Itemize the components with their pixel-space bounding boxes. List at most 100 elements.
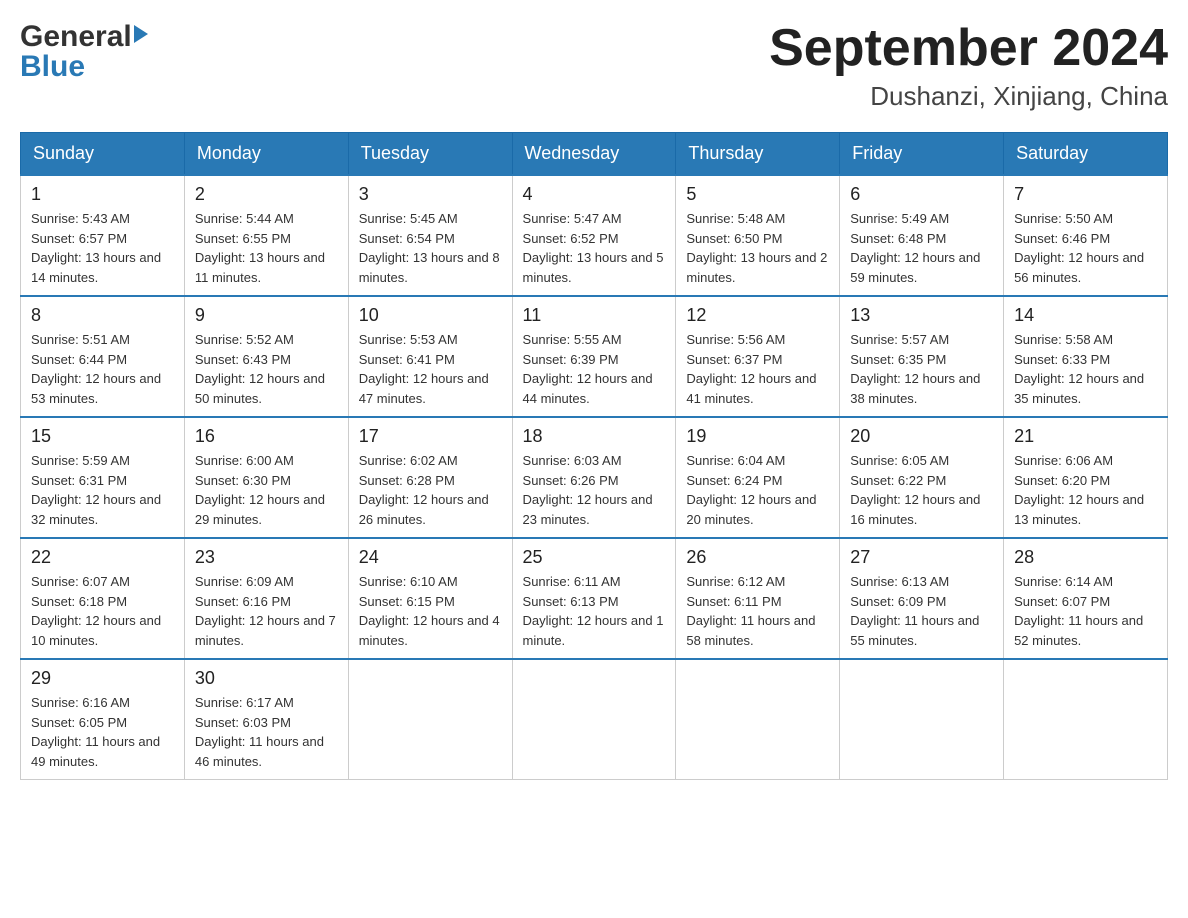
page-header: General Blue September 2024 Dushanzi, Xi… [20, 20, 1168, 112]
day-number: 14 [1014, 305, 1157, 326]
header-tuesday: Tuesday [348, 133, 512, 176]
table-row: 17 Sunrise: 6:02 AMSunset: 6:28 PMDaylig… [348, 417, 512, 538]
day-number: 9 [195, 305, 338, 326]
logo-general-text: General [20, 20, 132, 54]
days-header-row: Sunday Monday Tuesday Wednesday Thursday… [21, 133, 1168, 176]
day-number: 6 [850, 184, 993, 205]
day-number: 27 [850, 547, 993, 568]
table-row: 18 Sunrise: 6:03 AMSunset: 6:26 PMDaylig… [512, 417, 676, 538]
header-monday: Monday [184, 133, 348, 176]
day-info: Sunrise: 6:12 AMSunset: 6:11 PMDaylight:… [686, 572, 829, 650]
table-row: 11 Sunrise: 5:55 AMSunset: 6:39 PMDaylig… [512, 296, 676, 417]
calendar-table: Sunday Monday Tuesday Wednesday Thursday… [20, 132, 1168, 780]
table-row [512, 659, 676, 780]
header-sunday: Sunday [21, 133, 185, 176]
day-number: 18 [523, 426, 666, 447]
day-number: 3 [359, 184, 502, 205]
day-number: 8 [31, 305, 174, 326]
table-row: 14 Sunrise: 5:58 AMSunset: 6:33 PMDaylig… [1004, 296, 1168, 417]
day-info: Sunrise: 5:43 AMSunset: 6:57 PMDaylight:… [31, 209, 174, 287]
table-row: 27 Sunrise: 6:13 AMSunset: 6:09 PMDaylig… [840, 538, 1004, 659]
day-info: Sunrise: 5:48 AMSunset: 6:50 PMDaylight:… [686, 209, 829, 287]
table-row: 5 Sunrise: 5:48 AMSunset: 6:50 PMDayligh… [676, 175, 840, 296]
header-saturday: Saturday [1004, 133, 1168, 176]
day-info: Sunrise: 5:53 AMSunset: 6:41 PMDaylight:… [359, 330, 502, 408]
day-info: Sunrise: 6:13 AMSunset: 6:09 PMDaylight:… [850, 572, 993, 650]
day-info: Sunrise: 6:10 AMSunset: 6:15 PMDaylight:… [359, 572, 502, 650]
day-info: Sunrise: 6:05 AMSunset: 6:22 PMDaylight:… [850, 451, 993, 529]
calendar-subtitle: Dushanzi, Xinjiang, China [769, 81, 1168, 112]
day-number: 13 [850, 305, 993, 326]
day-info: Sunrise: 5:51 AMSunset: 6:44 PMDaylight:… [31, 330, 174, 408]
day-number: 1 [31, 184, 174, 205]
day-number: 11 [523, 305, 666, 326]
day-number: 25 [523, 547, 666, 568]
day-info: Sunrise: 5:44 AMSunset: 6:55 PMDaylight:… [195, 209, 338, 287]
day-info: Sunrise: 5:52 AMSunset: 6:43 PMDaylight:… [195, 330, 338, 408]
day-info: Sunrise: 5:58 AMSunset: 6:33 PMDaylight:… [1014, 330, 1157, 408]
day-info: Sunrise: 5:45 AMSunset: 6:54 PMDaylight:… [359, 209, 502, 287]
table-row: 6 Sunrise: 5:49 AMSunset: 6:48 PMDayligh… [840, 175, 1004, 296]
day-number: 4 [523, 184, 666, 205]
day-number: 2 [195, 184, 338, 205]
header-wednesday: Wednesday [512, 133, 676, 176]
day-info: Sunrise: 6:03 AMSunset: 6:26 PMDaylight:… [523, 451, 666, 529]
day-info: Sunrise: 6:07 AMSunset: 6:18 PMDaylight:… [31, 572, 174, 650]
table-row: 2 Sunrise: 5:44 AMSunset: 6:55 PMDayligh… [184, 175, 348, 296]
calendar-week-row: 8 Sunrise: 5:51 AMSunset: 6:44 PMDayligh… [21, 296, 1168, 417]
table-row: 1 Sunrise: 5:43 AMSunset: 6:57 PMDayligh… [21, 175, 185, 296]
day-number: 20 [850, 426, 993, 447]
calendar-week-row: 15 Sunrise: 5:59 AMSunset: 6:31 PMDaylig… [21, 417, 1168, 538]
day-number: 17 [359, 426, 502, 447]
table-row: 22 Sunrise: 6:07 AMSunset: 6:18 PMDaylig… [21, 538, 185, 659]
table-row: 15 Sunrise: 5:59 AMSunset: 6:31 PMDaylig… [21, 417, 185, 538]
day-number: 10 [359, 305, 502, 326]
table-row: 12 Sunrise: 5:56 AMSunset: 6:37 PMDaylig… [676, 296, 840, 417]
table-row [348, 659, 512, 780]
table-row: 24 Sunrise: 6:10 AMSunset: 6:15 PMDaylig… [348, 538, 512, 659]
table-row [1004, 659, 1168, 780]
table-row: 10 Sunrise: 5:53 AMSunset: 6:41 PMDaylig… [348, 296, 512, 417]
day-info: Sunrise: 5:59 AMSunset: 6:31 PMDaylight:… [31, 451, 174, 529]
day-info: Sunrise: 6:06 AMSunset: 6:20 PMDaylight:… [1014, 451, 1157, 529]
day-info: Sunrise: 6:11 AMSunset: 6:13 PMDaylight:… [523, 572, 666, 650]
table-row: 8 Sunrise: 5:51 AMSunset: 6:44 PMDayligh… [21, 296, 185, 417]
day-info: Sunrise: 5:57 AMSunset: 6:35 PMDaylight:… [850, 330, 993, 408]
day-info: Sunrise: 6:09 AMSunset: 6:16 PMDaylight:… [195, 572, 338, 650]
table-row: 21 Sunrise: 6:06 AMSunset: 6:20 PMDaylig… [1004, 417, 1168, 538]
table-row: 16 Sunrise: 6:00 AMSunset: 6:30 PMDaylig… [184, 417, 348, 538]
day-info: Sunrise: 6:16 AMSunset: 6:05 PMDaylight:… [31, 693, 174, 771]
day-number: 21 [1014, 426, 1157, 447]
day-number: 23 [195, 547, 338, 568]
day-info: Sunrise: 5:55 AMSunset: 6:39 PMDaylight:… [523, 330, 666, 408]
logo-arrow-icon [134, 25, 148, 43]
header-thursday: Thursday [676, 133, 840, 176]
day-number: 5 [686, 184, 829, 205]
table-row: 4 Sunrise: 5:47 AMSunset: 6:52 PMDayligh… [512, 175, 676, 296]
table-row: 7 Sunrise: 5:50 AMSunset: 6:46 PMDayligh… [1004, 175, 1168, 296]
calendar-week-row: 22 Sunrise: 6:07 AMSunset: 6:18 PMDaylig… [21, 538, 1168, 659]
day-info: Sunrise: 6:04 AMSunset: 6:24 PMDaylight:… [686, 451, 829, 529]
day-number: 19 [686, 426, 829, 447]
table-row: 28 Sunrise: 6:14 AMSunset: 6:07 PMDaylig… [1004, 538, 1168, 659]
day-number: 15 [31, 426, 174, 447]
day-info: Sunrise: 6:02 AMSunset: 6:28 PMDaylight:… [359, 451, 502, 529]
calendar-title: September 2024 [769, 20, 1168, 77]
calendar-week-row: 1 Sunrise: 5:43 AMSunset: 6:57 PMDayligh… [21, 175, 1168, 296]
day-number: 29 [31, 668, 174, 689]
day-number: 30 [195, 668, 338, 689]
day-number: 12 [686, 305, 829, 326]
table-row [840, 659, 1004, 780]
day-info: Sunrise: 5:50 AMSunset: 6:46 PMDaylight:… [1014, 209, 1157, 287]
day-number: 22 [31, 547, 174, 568]
day-number: 28 [1014, 547, 1157, 568]
header-friday: Friday [840, 133, 1004, 176]
day-number: 16 [195, 426, 338, 447]
day-number: 7 [1014, 184, 1157, 205]
day-info: Sunrise: 5:56 AMSunset: 6:37 PMDaylight:… [686, 330, 829, 408]
logo-blue-text: Blue [20, 50, 85, 84]
calendar-title-area: September 2024 Dushanzi, Xinjiang, China [769, 20, 1168, 112]
table-row: 26 Sunrise: 6:12 AMSunset: 6:11 PMDaylig… [676, 538, 840, 659]
day-info: Sunrise: 6:14 AMSunset: 6:07 PMDaylight:… [1014, 572, 1157, 650]
day-number: 26 [686, 547, 829, 568]
